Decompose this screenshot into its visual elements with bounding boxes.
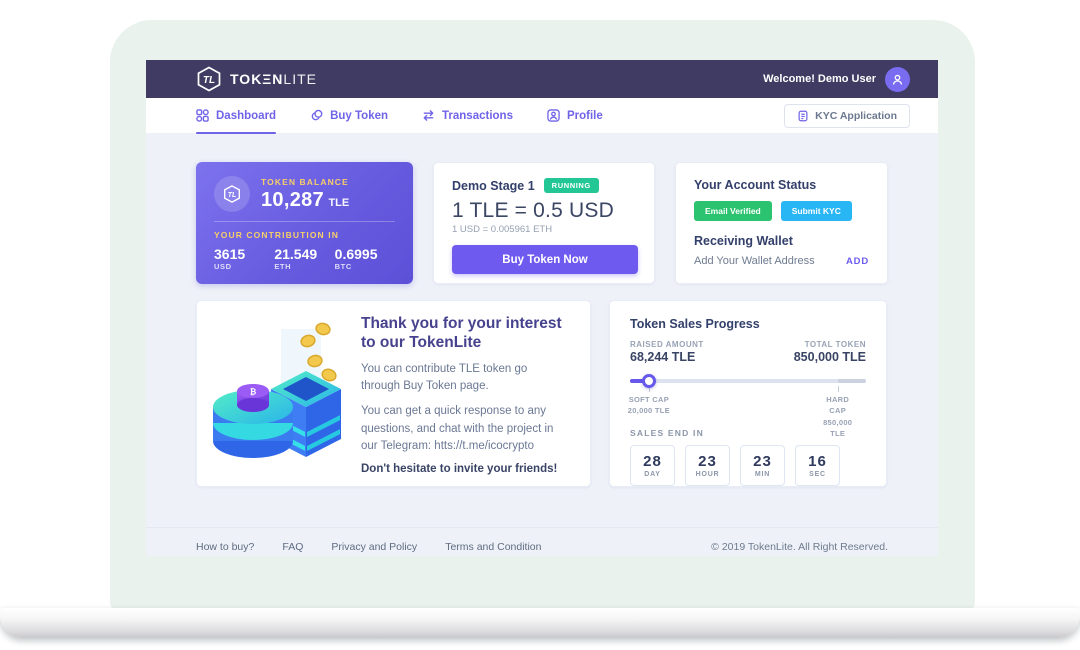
countdown-seconds: 16 SEC — [795, 445, 840, 486]
nav-label: Profile — [567, 110, 603, 122]
total-token-stat: TOTAL TOKEN 850,000 TLE — [794, 340, 866, 364]
tokenlite-hexagon-logo-icon: TL — [196, 66, 222, 92]
sale-stage-card: Demo Stage 1 RUNNING 1 TLE = 0.5 USD 1 U… — [433, 162, 655, 284]
user-menu[interactable]: Welcome! Demo User — [763, 67, 910, 92]
exchange-rate: 1 TLE = 0.5 USD — [452, 199, 636, 223]
progress-title: Token Sales Progress — [630, 317, 866, 331]
contribution-label: YOUR CONTRIBUTION IN — [214, 230, 395, 240]
transfer-arrows-icon — [422, 109, 435, 122]
nav-tab-buy-token[interactable]: Buy Token — [310, 98, 388, 134]
welcome-text: Welcome! Demo User — [763, 73, 876, 85]
footer-link-how-to-buy[interactable]: How to buy? — [196, 541, 254, 553]
brand-logo: TL TOKΞNLITE — [196, 66, 317, 92]
receiving-wallet-title: Receiving Wallet — [694, 234, 869, 248]
app-header: TL TOKΞNLITE Welcome! Demo User — [146, 60, 938, 98]
thanks-paragraph-2: You can get a quick response to any ques… — [361, 403, 568, 455]
coins-illustration: ₿ — [211, 319, 353, 471]
kyc-button-label: KYC Application — [815, 110, 897, 122]
nav-label: Buy Token — [330, 110, 388, 122]
coins-icon — [310, 109, 323, 122]
slider-track-end — [838, 379, 866, 383]
countdown-timer: 28 DAY 23 HOUR 23 MIN 16 — [630, 445, 866, 486]
copyright-text: © 2019 TokenLite. All Right Reserved. — [711, 541, 888, 553]
token-balance-label: TOKEN BALANCE — [261, 177, 349, 187]
nav-label: Dashboard — [216, 110, 276, 122]
soft-cap-label: SOFT CAP 20,000 TLE — [628, 394, 670, 417]
svg-text:TL: TL — [228, 192, 236, 199]
slider-thumb[interactable] — [642, 374, 656, 388]
add-wallet-link[interactable]: ADD — [846, 256, 869, 267]
contribution-btc: 0.6995 BTC — [335, 246, 395, 271]
dashboard-grid-icon — [196, 109, 209, 122]
laptop-base — [0, 608, 1080, 638]
nav-tab-profile[interactable]: Profile — [547, 98, 603, 134]
thanks-invite-line: Don't hesitate to invite your friends! — [361, 463, 568, 475]
slider-track[interactable] — [630, 379, 866, 383]
footer-link-terms[interactable]: Terms and Condition — [445, 541, 541, 553]
avatar[interactable] — [885, 67, 910, 92]
hard-cap-tick — [838, 386, 839, 392]
footer-link-privacy[interactable]: Privacy and Policy — [331, 541, 417, 553]
hard-cap-label: HARD CAP 850,000 TLE — [823, 394, 852, 439]
token-balance-value: 10,287 TLE — [261, 189, 349, 212]
thanks-title: Thank you for your interest to our Token… — [361, 314, 568, 353]
wallet-address-hint: Add Your Wallet Address — [694, 255, 815, 267]
divider — [214, 221, 395, 222]
stage-title: Demo Stage 1 — [452, 179, 535, 193]
nav-tab-transactions[interactable]: Transactions — [422, 98, 513, 134]
countdown-days: 28 DAY — [630, 445, 675, 486]
token-balance-card: TL TOKEN BALANCE 10,287 TLE YOUR CONTRIB… — [196, 162, 413, 284]
account-status-title: Your Account Status — [694, 178, 869, 192]
raised-amount-stat: RAISED AMOUNT 68,244 TLE — [630, 340, 704, 364]
svg-text:₿: ₿ — [250, 387, 257, 396]
running-status-badge: RUNNING — [544, 178, 599, 193]
dashboard-content: TL TOKEN BALANCE 10,287 TLE YOUR CONTRIB… — [146, 134, 938, 487]
token-logo-icon: TL — [214, 176, 250, 212]
nav-label: Transactions — [442, 110, 513, 122]
laptop-mockup: TL TOKΞNLITE Welcome! Demo User — [0, 0, 1080, 650]
thanks-paragraph-1: You can contribute TLE token go through … — [361, 361, 568, 396]
footer-link-faq[interactable]: FAQ — [282, 541, 303, 553]
kyc-document-icon — [797, 110, 809, 122]
contribution-usd: 3615 USD — [214, 246, 274, 271]
contribution-eth: 21.549 ETH — [274, 246, 334, 271]
profile-icon — [547, 109, 560, 122]
account-status-card: Your Account Status Email Verified Submi… — [675, 162, 888, 284]
token-sales-progress-card: Token Sales Progress RAISED AMOUNT 68,24… — [609, 300, 887, 487]
svg-text:TL: TL — [203, 75, 215, 86]
countdown-hours: 23 HOUR — [685, 445, 730, 486]
kyc-application-button[interactable]: KYC Application — [784, 104, 910, 128]
welcome-message-card: ₿ Thank you for your interest to our Tok… — [196, 300, 591, 487]
tokenlite-app-window: TL TOKΞNLITE Welcome! Demo User — [146, 60, 938, 556]
nav-tab-dashboard[interactable]: Dashboard — [196, 98, 276, 134]
user-icon — [891, 73, 904, 86]
secondary-rate: 1 USD = 0.005961 ETH — [452, 224, 636, 235]
sales-progress-slider[interactable] — [630, 374, 866, 388]
buy-token-now-button[interactable]: Buy Token Now — [452, 245, 638, 274]
email-verified-badge[interactable]: Email Verified — [694, 201, 772, 221]
submit-kyc-badge[interactable]: Submit KYC — [781, 201, 852, 221]
countdown-minutes: 23 MIN — [740, 445, 785, 486]
app-footer: How to buy? FAQ Privacy and Policy Terms… — [146, 527, 938, 553]
brand-wordmark: TOKΞNLITE — [230, 71, 317, 87]
main-nav: Dashboard Buy Token Transactions — [146, 98, 938, 134]
